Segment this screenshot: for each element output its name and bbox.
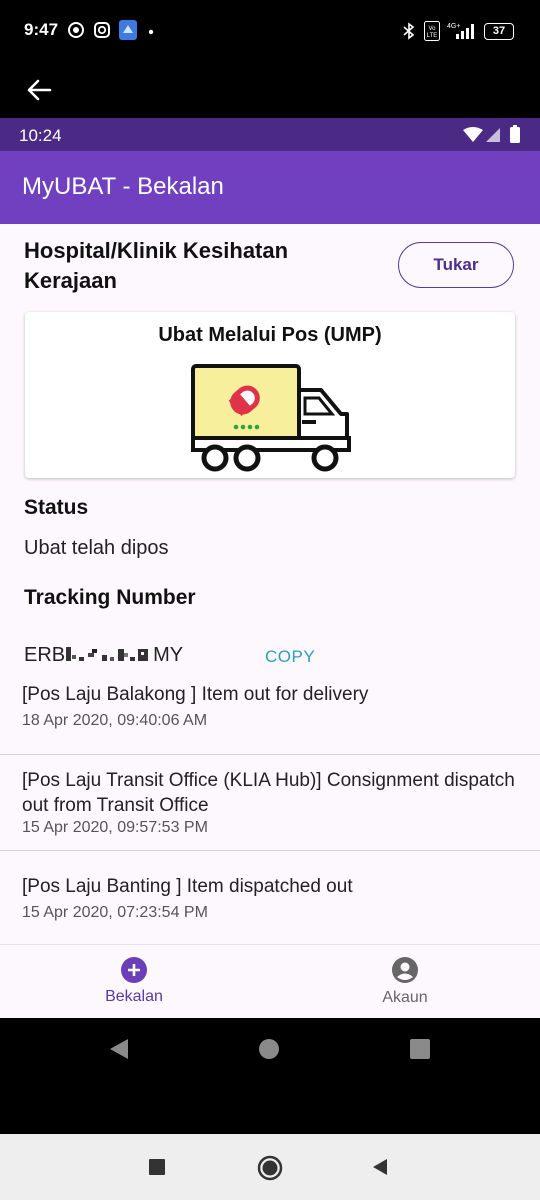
outer-status-time: 9:47 [24,20,59,39]
nav-akaun-label: Akaun [382,989,428,1006]
home-circle-icon[interactable] [257,1155,283,1181]
svg-text:4G+: 4G+ [447,23,460,30]
event-divider [0,850,540,851]
bluetooth-icon [403,22,415,40]
top-back-bar [0,62,540,118]
instagram-icon [94,22,110,38]
more-notifications-dot-icon [148,29,154,35]
app-bar-title: MyUBAT - Bekalan [22,173,224,200]
nav-bekalan-label: Bekalan [105,988,163,1005]
inner-status-time: 10:24 [19,126,62,145]
bottom-navigation: Bekalan Akaun [0,944,540,1018]
cell-signal-icon [486,128,500,142]
volte-icon: VoLTE [424,21,440,41]
signal-4g-icon: 4G+ [447,23,474,39]
account-circle-icon [392,957,418,983]
battery-indicator: 37 [484,23,514,40]
back-triangle-icon[interactable] [372,1159,388,1175]
tracking-event-date: 15 Apr 2020, 07:23:54 PM [22,904,208,921]
tracking-event-title: [Pos Laju Transit Office (KLIA Hub)] Con… [22,770,515,816]
facility-name: Hospital/Klinik Kesihatan Kerajaan [24,238,289,293]
record-icon [68,22,84,38]
tracking-event-title: [Pos Laju Balakong ] Item out for delive… [22,684,369,705]
tracking-number-label: Tracking Number [24,586,196,609]
inner-status-bar: 10:24 [0,118,540,151]
battery-icon [510,125,520,143]
nav-akaun[interactable]: Akaun [355,955,455,1011]
nav-home-circle-icon[interactable] [258,1038,280,1060]
nav-recents-square-icon[interactable] [409,1038,431,1060]
tracking-event-date: 18 Apr 2020, 09:40:06 AM [22,712,208,729]
delivery-method-card: Ubat Melalui Pos (UMP) [25,312,515,478]
device-navigation-bar [0,1134,540,1200]
tracking-number-suffix: MY [153,643,184,666]
app-notification-icon [119,20,137,40]
status-value: Ubat telah dipos [24,537,169,559]
svg-text:Vo: Vo [428,26,436,32]
change-facility-button[interactable]: Tukar [398,242,514,288]
recorded-system-nav [0,1018,540,1134]
plus-circle-icon [121,957,147,983]
app-screen: 10:24 MyUBAT - Bekalan Hospital/Klinik K… [0,118,540,1018]
tracking-number-prefix: ERB [24,643,66,666]
svg-text:LTE: LTE [427,33,438,39]
recents-square-icon[interactable] [149,1159,165,1175]
outer-status-bar: 9:47 Vo LTE 4G+ 37 [0,0,540,62]
nav-bekalan[interactable]: Bekalan [84,955,184,1011]
redacted-tracking-digits [66,647,149,661]
tracking-number-value: ERB MY [24,642,183,668]
delivery-method-title: Ubat Melalui Pos (UMP) [158,324,382,346]
nav-back-triangle-icon[interactable] [108,1038,130,1060]
tracking-event-title: [Pos Laju Banting ] Item dispatched out [22,876,353,897]
tracking-event-date: 15 Apr 2020, 09:57:53 PM [22,819,208,836]
back-arrow-icon[interactable] [26,78,52,102]
delivery-truck-icon [191,364,351,472]
wifi-icon [463,127,483,142]
status-label: Status [24,496,89,519]
event-divider [0,754,540,755]
copy-tracking-button[interactable]: COPY [265,647,315,667]
app-bar: MyUBAT - Bekalan [0,151,540,224]
